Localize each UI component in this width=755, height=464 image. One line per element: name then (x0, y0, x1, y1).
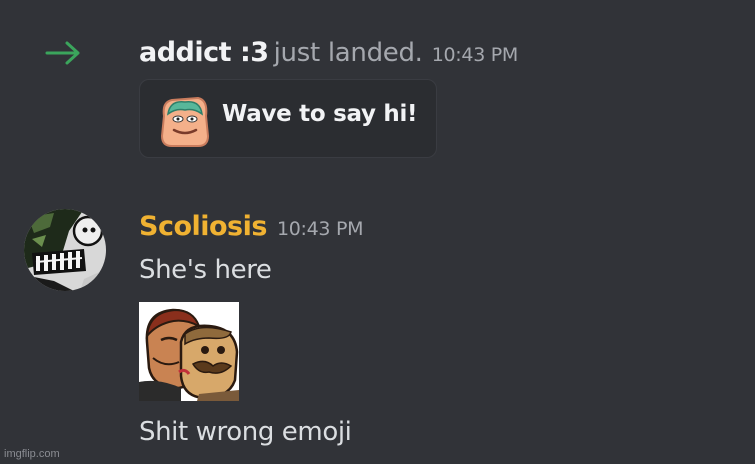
wave-button[interactable]: Wave to say hi! (139, 79, 437, 158)
chat-message: Scoliosis 10:43 PM She's here Shit wrong … (0, 195, 755, 464)
join-text: addict :3 just landed. 10:43 PM (139, 34, 518, 75)
avatar[interactable] (24, 209, 106, 291)
wave-sticker-icon (158, 92, 212, 148)
join-message-text: just landed. (273, 38, 423, 68)
wave-button-label: Wave to say hi! (222, 101, 418, 127)
join-timestamp[interactable]: 10:43 PM (432, 44, 519, 66)
author-name[interactable]: Scoliosis (139, 211, 267, 242)
message-header: Scoliosis 10:43 PM (139, 209, 364, 248)
message-text: She's here (139, 255, 272, 285)
message-text: Shit wrong emoji (139, 417, 352, 447)
message-timestamp[interactable]: 10:43 PM (277, 218, 364, 240)
join-username[interactable]: addict :3 (139, 37, 269, 68)
emoji-image[interactable] (139, 302, 239, 401)
arrow-right-icon (44, 38, 84, 68)
system-join-message: addict :3 just landed. 10:43 PM Wave to … (0, 0, 755, 180)
watermark: imgflip.com (4, 448, 60, 460)
